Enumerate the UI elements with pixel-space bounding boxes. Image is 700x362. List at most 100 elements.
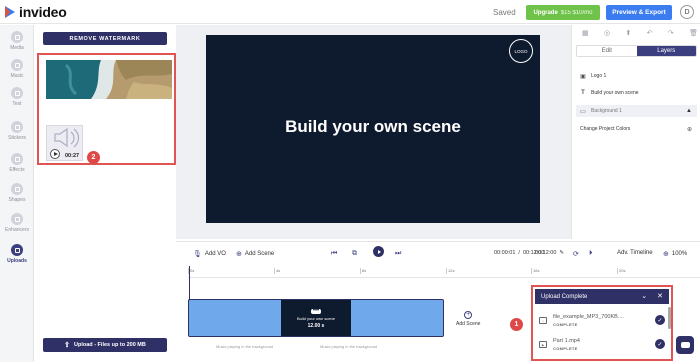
timeline-toolbar: 🎙 Add VO ⊕ Add Scene ⏮ ⧉ ⏭ 00:00:01/00:12:…: [176, 241, 700, 265]
remove-watermark-button[interactable]: REMOVE WATERMARK: [43, 32, 167, 45]
play-icon[interactable]: [50, 149, 60, 159]
sidebar-item-label: Music: [10, 73, 24, 79]
microphone-icon: 🎙: [193, 251, 202, 258]
add-vo-label: Add VO: [204, 251, 226, 257]
skip-forward-button[interactable]: ⏭: [395, 250, 401, 258]
delete-icon[interactable]: 🗑: [689, 29, 698, 39]
layer-item[interactable]: ▭ Background 1 ▲: [576, 105, 697, 117]
sidebar: Media Music Text Stickers Effects Shapes…: [0, 25, 34, 362]
app-logo[interactable]: invideo: [4, 4, 67, 20]
zoom-control[interactable]: ⊕ 100%: [663, 250, 687, 258]
skip-back-icon: ⏮: [331, 250, 338, 257]
audio-file-icon: ♪: [539, 317, 547, 324]
audio-placeholder[interactable]: Music playing in the background: [320, 344, 377, 349]
scene-clip[interactable]: ••• Build your own scene 12.00 s: [188, 299, 444, 337]
play-circle-icon: ⏵: [589, 250, 593, 257]
sidebar-item-label: Shapes: [8, 197, 26, 203]
sidebar-item-effects[interactable]: Effects: [0, 153, 34, 179]
split-icon: ⧉: [352, 250, 357, 257]
layer-item[interactable]: ▣ Logo 1: [576, 70, 697, 82]
circle-icon[interactable]: ◎: [604, 29, 610, 39]
text-layer-icon: T: [581, 90, 585, 96]
lock-icon[interactable]: ▲: [686, 108, 692, 114]
play-icon: [377, 249, 381, 254]
sidebar-item-media[interactable]: Media: [0, 31, 34, 57]
refresh-button[interactable]: ⟳: [573, 250, 579, 258]
upload-icon: ⇪: [64, 342, 71, 349]
text-icon: [11, 87, 23, 99]
change-colors-label: Change Project Colors: [580, 126, 631, 132]
upload-item[interactable]: ▶ Part 1.mp4 COMPLETE ✓: [539, 338, 665, 354]
scene-thumbnail[interactable]: ••• Build your own scene 12.00 s: [281, 300, 351, 336]
image-thumbnail[interactable]: [46, 60, 172, 99]
app-name: invideo: [19, 4, 67, 20]
grid-icon[interactable]: ▦: [582, 29, 589, 39]
avatar[interactable]: D: [680, 5, 694, 19]
video-thumbnail[interactable]: 00:27: [46, 125, 83, 161]
collapse-icon[interactable]: ⌄: [641, 292, 647, 300]
plus-circle-icon: ⊕: [236, 251, 242, 258]
preview-export-button[interactable]: Preview & Export: [606, 5, 672, 20]
scene-menu-icon[interactable]: •••: [310, 308, 322, 314]
stickers-icon: [11, 121, 23, 133]
video-file-icon: ▶: [539, 341, 547, 348]
skip-back-button[interactable]: ⏮: [331, 250, 337, 258]
zoom-value: 100%: [671, 251, 688, 257]
scene-canvas[interactable]: LOGO Build your own scene: [206, 35, 540, 223]
add-vo-button[interactable]: 🎙 Add VO: [193, 250, 226, 258]
ruler-tick: 20s: [617, 268, 626, 274]
redo-icon[interactable]: ↷: [668, 29, 674, 39]
logo-placeholder[interactable]: LOGO: [509, 39, 533, 63]
split-button[interactable]: ⧉: [352, 250, 357, 258]
preview-play-button[interactable]: ⏵: [589, 250, 593, 258]
sidebar-item-uploads[interactable]: Uploads: [0, 244, 34, 270]
close-icon[interactable]: ✕: [657, 292, 663, 300]
sidebar-item-shapes[interactable]: Shapes: [0, 183, 34, 209]
coast-image: [46, 60, 172, 99]
tab-layers[interactable]: Layers: [636, 46, 696, 56]
tab-edit[interactable]: Edit: [577, 46, 637, 56]
canvas-toolbar: ▦ ◎ ⬆ ↶ ↷ 🗑: [582, 29, 698, 39]
audio-file-icon: [54, 127, 80, 148]
uploaded-media-group: 00:27: [37, 53, 176, 165]
popup-scrollbar[interactable]: [668, 307, 671, 329]
layer-up-icon[interactable]: ⬆: [625, 29, 631, 39]
upload-complete-popup: Upload Complete ⌄ ✕ ♪ file_example_MP3_7…: [531, 285, 673, 361]
sidebar-item-music[interactable]: Music: [0, 59, 34, 85]
scene-title[interactable]: Build your own scene: [206, 117, 540, 137]
step-badge-1: 1: [510, 318, 523, 331]
upgrade-button[interactable]: Upgrade $15 $10/mo: [526, 5, 600, 20]
image-layer-icon: ▣: [580, 73, 586, 80]
add-scene-inline-button[interactable]: + Add Scene: [456, 311, 480, 327]
sidebar-item-label: Uploads: [7, 258, 27, 264]
sidebar-item-label: Enhancers: [5, 227, 29, 233]
upload-files-button[interactable]: ⇪ Upload - Files up to 200 MB: [43, 338, 167, 352]
skip-forward-icon: ⏭: [395, 250, 402, 257]
add-scene-button[interactable]: ⊕ Add Scene: [236, 250, 274, 258]
chat-support-button[interactable]: [676, 336, 694, 354]
layers-panel: ▦ ◎ ⬆ ↶ ↷ 🗑 Edit Layers ▣ Logo 1 T Build y…: [571, 25, 700, 239]
music-icon: [11, 59, 23, 71]
change-project-colors[interactable]: Change Project Colors ⊕: [576, 123, 697, 135]
enhancers-icon: [11, 213, 23, 225]
undo-icon[interactable]: ↶: [647, 29, 653, 39]
sidebar-item-enhancers[interactable]: Enhancers: [0, 213, 34, 239]
info-icon[interactable]: ⊕: [687, 126, 692, 133]
play-button[interactable]: [373, 246, 384, 257]
layer-item[interactable]: T Build your own scene: [576, 87, 697, 99]
edit-pencil-icon[interactable]: ✎: [559, 250, 564, 256]
sidebar-item-text[interactable]: Text: [0, 87, 34, 113]
shapes-icon: [11, 183, 23, 195]
audio-placeholder[interactable]: Music playing in the background: [216, 344, 273, 349]
uploads-panel: REMOVE WATERMARK 00:27 2 ⇪ Upload - File…: [35, 25, 176, 362]
sidebar-item-label: Media: [10, 45, 24, 51]
sidebar-item-stickers[interactable]: Stickers: [0, 121, 34, 147]
sidebar-item-label: Text: [12, 101, 22, 107]
media-icon: [11, 31, 23, 43]
ruler-tick: 4s: [274, 268, 281, 274]
upload-item[interactable]: ♪ file_example_MP3_700KB.... COMPLETE ✓: [539, 314, 665, 330]
layer-label: Logo 1: [591, 73, 607, 79]
sidebar-item-label: Effects: [9, 167, 25, 173]
advanced-timeline-button[interactable]: Adv. Timeline: [617, 250, 653, 256]
upload-status: COMPLETE: [553, 346, 578, 351]
